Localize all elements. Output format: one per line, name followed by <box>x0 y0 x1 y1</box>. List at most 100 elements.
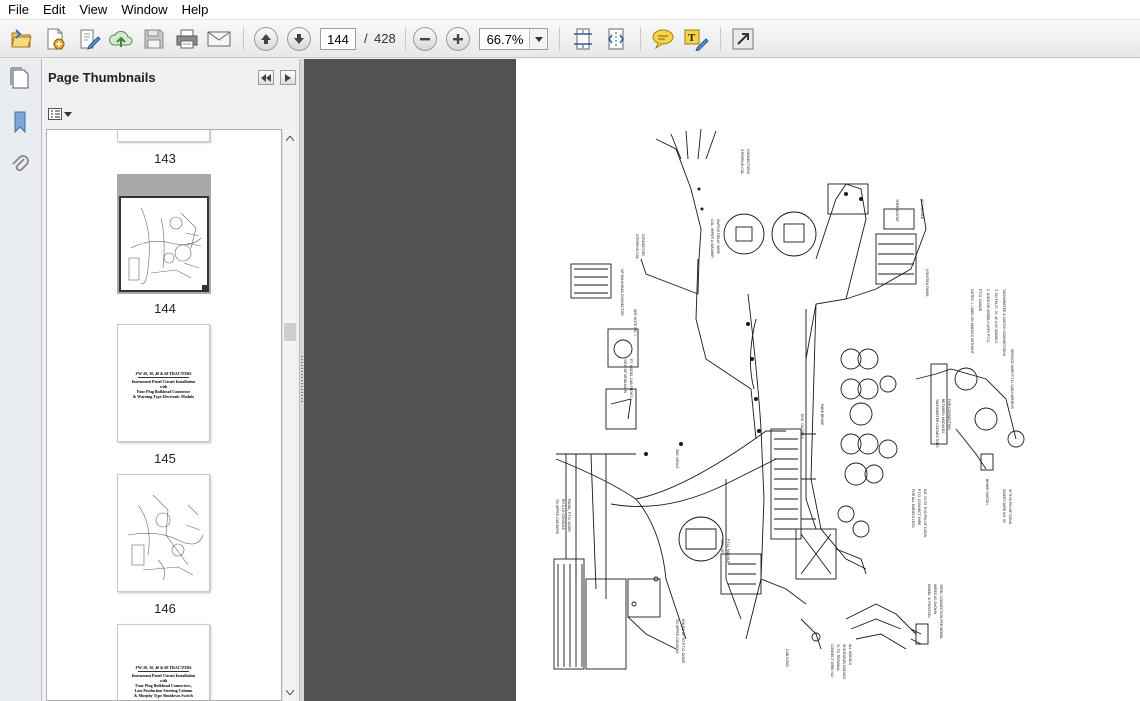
menu-bar: File Edit View Window Help <box>0 0 1140 20</box>
scroll-up-icon[interactable] <box>283 131 297 145</box>
menu-window[interactable]: Window <box>114 0 174 20</box>
svg-text:STEERING COL.: STEERING COL. <box>635 234 639 260</box>
svg-text:IN THIS PIN OF CONN.: IN THIS PIN OF CONN. <box>1008 489 1012 525</box>
page-separator: / <box>364 31 368 46</box>
thumbnail-diagram-preview <box>127 494 204 581</box>
svg-text:CONNECTOR: CONNECTOR <box>641 234 645 256</box>
open-icon[interactable] <box>8 26 34 52</box>
thumbnail-list[interactable]: 143 144 FW-20, 30, 40 & 60 TRACTORS Inst… <box>46 129 282 701</box>
options-list-icon <box>48 108 62 120</box>
svg-text:AC MODULE: AC MODULE <box>920 199 924 220</box>
svg-text:ALL MODELS: ALL MODELS <box>848 644 852 666</box>
svg-text:PARK BRAKE: PARK BRAKE <box>820 404 824 426</box>
menu-edit[interactable]: Edit <box>36 0 72 20</box>
create-pdf-icon[interactable] <box>42 26 68 52</box>
page-thumbnail-146[interactable] <box>117 474 210 592</box>
svg-text:BETWEEN MODULES: BETWEEN MODULES <box>941 399 945 434</box>
page-total: 428 <box>374 31 396 46</box>
svg-text:SHUTDOWN MODULE: SHUTDOWN MODULE <box>842 644 846 680</box>
menu-file[interactable]: File <box>0 0 36 20</box>
page-thumbnail-144[interactable] <box>119 196 209 292</box>
fit-width-icon[interactable] <box>603 26 629 52</box>
page-thumbnails-icon[interactable] <box>7 65 33 91</box>
svg-text:CONNECTIONS: CONNECTIONS <box>746 149 750 175</box>
menu-view[interactable]: View <box>72 0 114 20</box>
svg-text:SEE VIEW A: SEE VIEW A <box>675 449 679 469</box>
thumbnail-label: 143 <box>154 151 176 166</box>
page-thumbnail-143[interactable] <box>117 130 210 142</box>
svg-text:STEERING COL.: STEERING COL. <box>740 149 744 175</box>
page-number-input[interactable] <box>320 28 356 50</box>
zoom-out-icon[interactable] <box>413 27 437 51</box>
svg-text:PT. MODEL CAB FRONT: PT. MODEL CAB FRONT <box>629 359 633 397</box>
svg-text:TACHOMETER CONNECTORS: TACHOMETER CONNECTORS <box>935 399 939 448</box>
fit-page-icon[interactable] <box>570 26 596 52</box>
chevron-down-icon[interactable] <box>529 29 547 49</box>
svg-text:PANEL, P.T.O. DOOR: PANEL, P.T.O. DOOR <box>567 499 571 532</box>
thumbnail-text: & Murphy Type Shutdown Switch <box>134 693 193 698</box>
expand-panel-icon[interactable] <box>280 70 296 85</box>
upload-icon[interactable] <box>108 26 134 52</box>
scroll-down-icon[interactable] <box>283 685 297 699</box>
thumbnail-label: 145 <box>154 451 176 466</box>
panel-title: Page Thumbnails <box>48 70 156 85</box>
menu-help[interactable]: Help <box>175 0 216 20</box>
svg-text:SERVICE WIRE P.T.O. CAB HARNES: SERVICE WIRE P.T.O. CAB HARNESS <box>1010 349 1014 410</box>
svg-text:SWITCH RELAY WIRE: SWITCH RELAY WIRE <box>716 219 720 255</box>
collapse-panel-icon[interactable] <box>258 70 274 85</box>
edit-icon[interactable] <box>76 26 102 52</box>
thumbnail-text: & Warning Type Electronic Module <box>132 394 195 399</box>
svg-text:NO. 24 TO THIS PIN OF CONN.: NO. 24 TO THIS PIN OF CONN. <box>923 489 927 538</box>
svg-text:TO UPPER CORNERS: TO UPPER CORNERS <box>555 499 559 535</box>
thumbnail-title: FW-20, 30, 40 & 60 TRACTORS <box>135 665 192 670</box>
svg-text:FOR ALL MODELS LESS: FOR ALL MODELS LESS <box>911 489 915 528</box>
svg-text:CONNECT WIRE NO.: CONNECT WIRE NO. <box>830 644 834 678</box>
comment-icon[interactable] <box>650 26 676 52</box>
navigation-pane <box>0 59 42 701</box>
svg-text:WIRES AS SHOWN: WIRES AS SHOWN <box>933 584 937 615</box>
thumbnail-label: 146 <box>154 601 176 616</box>
page-thumbnail-145[interactable]: FW-20, 30, 40 & 60 TRACTORS Instrument P… <box>117 324 210 442</box>
zoom-select[interactable] <box>479 28 548 50</box>
svg-text:TACHOMETER & SWITCH CONNECTION: TACHOMETER & SWITCH CONNECTIONS <box>1002 289 1006 357</box>
previous-page-icon[interactable] <box>254 27 278 51</box>
save-icon[interactable] <box>141 26 167 52</box>
toolbar: / 428 T <box>0 20 1140 58</box>
print-icon[interactable] <box>174 26 200 52</box>
zoom-input[interactable] <box>480 29 530 49</box>
svg-text:NOTES: 1. USED ON MODELS WITHO: NOTES: 1. USED ON MODELS WITHOUT <box>970 289 974 354</box>
svg-text:2. USED ON MODELS WITH P.T.O.: 2. USED ON MODELS WITH P.T.O. <box>986 289 990 343</box>
svg-text:FOR CONNECTION: FOR CONNECTION <box>947 399 951 430</box>
svg-text:ENG. OIL PRES.: ENG. OIL PRES. <box>800 414 804 440</box>
page-thumbnail-147[interactable]: FW-20, 30, 40 & 60 TRACTORS Instrument P… <box>117 624 210 700</box>
svg-text:21 TO TERMINAL: 21 TO TERMINAL <box>836 644 840 671</box>
thumbnail-scrollbar[interactable] <box>282 129 296 701</box>
svg-text:ROUTE UP TO P.T.O. DOOR: ROUTE UP TO P.T.O. DOOR <box>681 619 685 664</box>
svg-text:TERM. CONNECTION PER MODEL: TERM. CONNECTION PER MODEL <box>939 584 943 639</box>
thumbnail-title: FW-20, 30, 40 & 60 TRACTORS <box>135 371 192 376</box>
svg-text:T: T <box>688 32 696 44</box>
bookmarks-icon[interactable] <box>7 109 33 135</box>
svg-text:P.T.O. GAUGE: P.T.O. GAUGE <box>978 289 982 312</box>
email-icon[interactable] <box>206 26 232 52</box>
svg-text:THERMOSTAT: THERMOSTAT <box>895 199 899 222</box>
zoom-in-icon[interactable] <box>446 27 470 51</box>
thumbnail-wiring-preview <box>128 207 202 285</box>
attachments-icon[interactable] <box>7 151 33 177</box>
svg-text:OF BULKHEAD CONNECTOR: OF BULKHEAD CONNECTOR <box>620 269 624 316</box>
svg-text:CONTROL PANEL: CONTROL PANEL <box>925 269 929 297</box>
svg-text:BRAKE SWITCH: BRAKE SWITCH <box>985 479 989 505</box>
document-view[interactable]: NOTES: 1. USED ON MODELS WITHOUT P.T.O. … <box>304 59 1140 701</box>
fullscreen-icon[interactable] <box>730 26 756 52</box>
options-menu-button[interactable] <box>48 105 72 123</box>
svg-text:VIEW OF: VIEW OF <box>720 539 724 553</box>
resize-handle[interactable] <box>202 285 207 290</box>
document-page: NOTES: 1. USED ON MODELS WITHOUT P.T.O. … <box>516 59 1140 701</box>
svg-text:RH & LH CONSOLE: RH & LH CONSOLE <box>561 499 565 531</box>
next-page-icon[interactable] <box>287 27 311 51</box>
panel-header: Page Thumbnails <box>42 59 300 99</box>
thumbnail-label: 144 <box>154 301 176 316</box>
highlight-icon[interactable]: T <box>683 26 709 52</box>
wiring-diagram: NOTES: 1. USED ON MODELS WITHOUT P.T.O. … <box>553 128 1025 680</box>
scrollbar-thumb[interactable] <box>284 323 296 341</box>
